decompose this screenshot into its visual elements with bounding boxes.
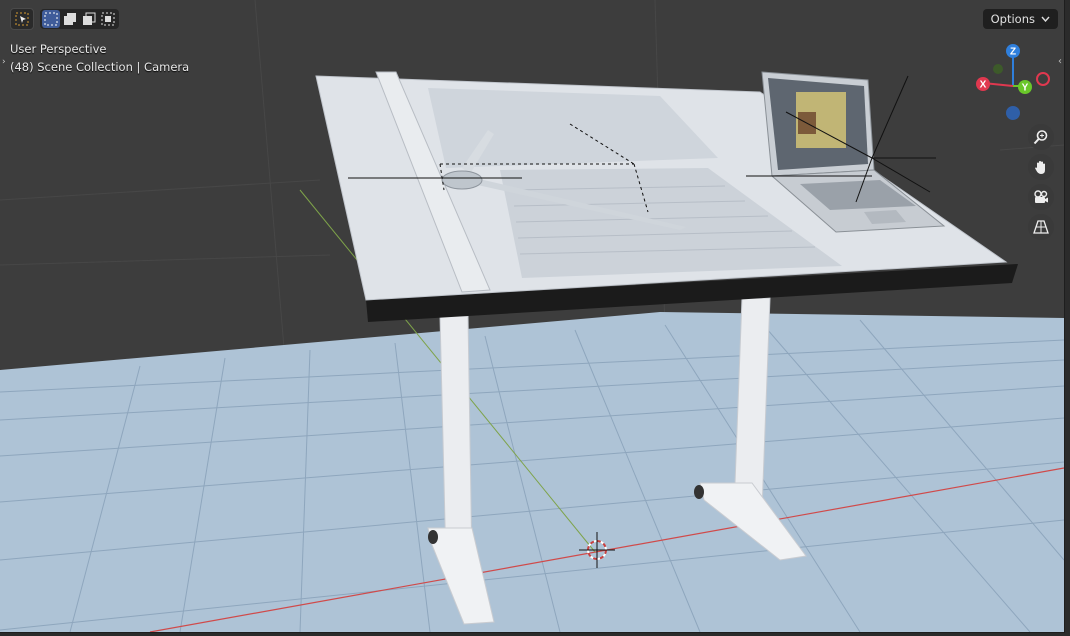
viewport-info: User Perspective (48) Scene Collection |… [10, 40, 189, 76]
view-perspective-label: User Perspective [10, 42, 107, 56]
hand-pan-icon[interactable] [1028, 154, 1054, 180]
scene-render[interactable] [0, 0, 1064, 632]
navigation-gizmo[interactable]: Z Y X [970, 40, 1060, 130]
y-axis-label: Y [1022, 83, 1029, 94]
options-dropdown[interactable]: Options [982, 9, 1058, 29]
neg-z-axis-icon[interactable] [1006, 106, 1020, 120]
mode-intersect-icon[interactable] [99, 10, 117, 28]
3d-viewport[interactable]: › User Perspective (48) Scene Collection… [0, 0, 1065, 633]
mode-new-icon[interactable] [42, 10, 60, 28]
chevron-down-icon [1041, 16, 1050, 22]
perspective-grid-icon[interactable] [1028, 214, 1054, 240]
mode-subtract-icon[interactable] [80, 10, 98, 28]
neg-y-axis-icon[interactable] [993, 64, 1003, 74]
sidebar-toggle-left-icon[interactable]: › [2, 57, 6, 67]
selection-mode-group [40, 9, 119, 29]
active-collection-label: (48) Scene Collection | Camera [10, 60, 190, 74]
neg-x-axis-icon[interactable] [1036, 72, 1050, 86]
z-axis-label: Z [1010, 47, 1016, 58]
options-label: Options [990, 12, 1035, 26]
mode-extend-icon[interactable] [61, 10, 79, 28]
zoom-icon[interactable] [1028, 124, 1054, 150]
floor-plane [0, 312, 1064, 632]
drafting-pivot [441, 170, 483, 190]
camera-icon[interactable] [1028, 184, 1054, 210]
header-toolbar [10, 8, 119, 30]
select-box-icon[interactable] [10, 8, 34, 30]
x-axis-label: X [980, 80, 987, 91]
